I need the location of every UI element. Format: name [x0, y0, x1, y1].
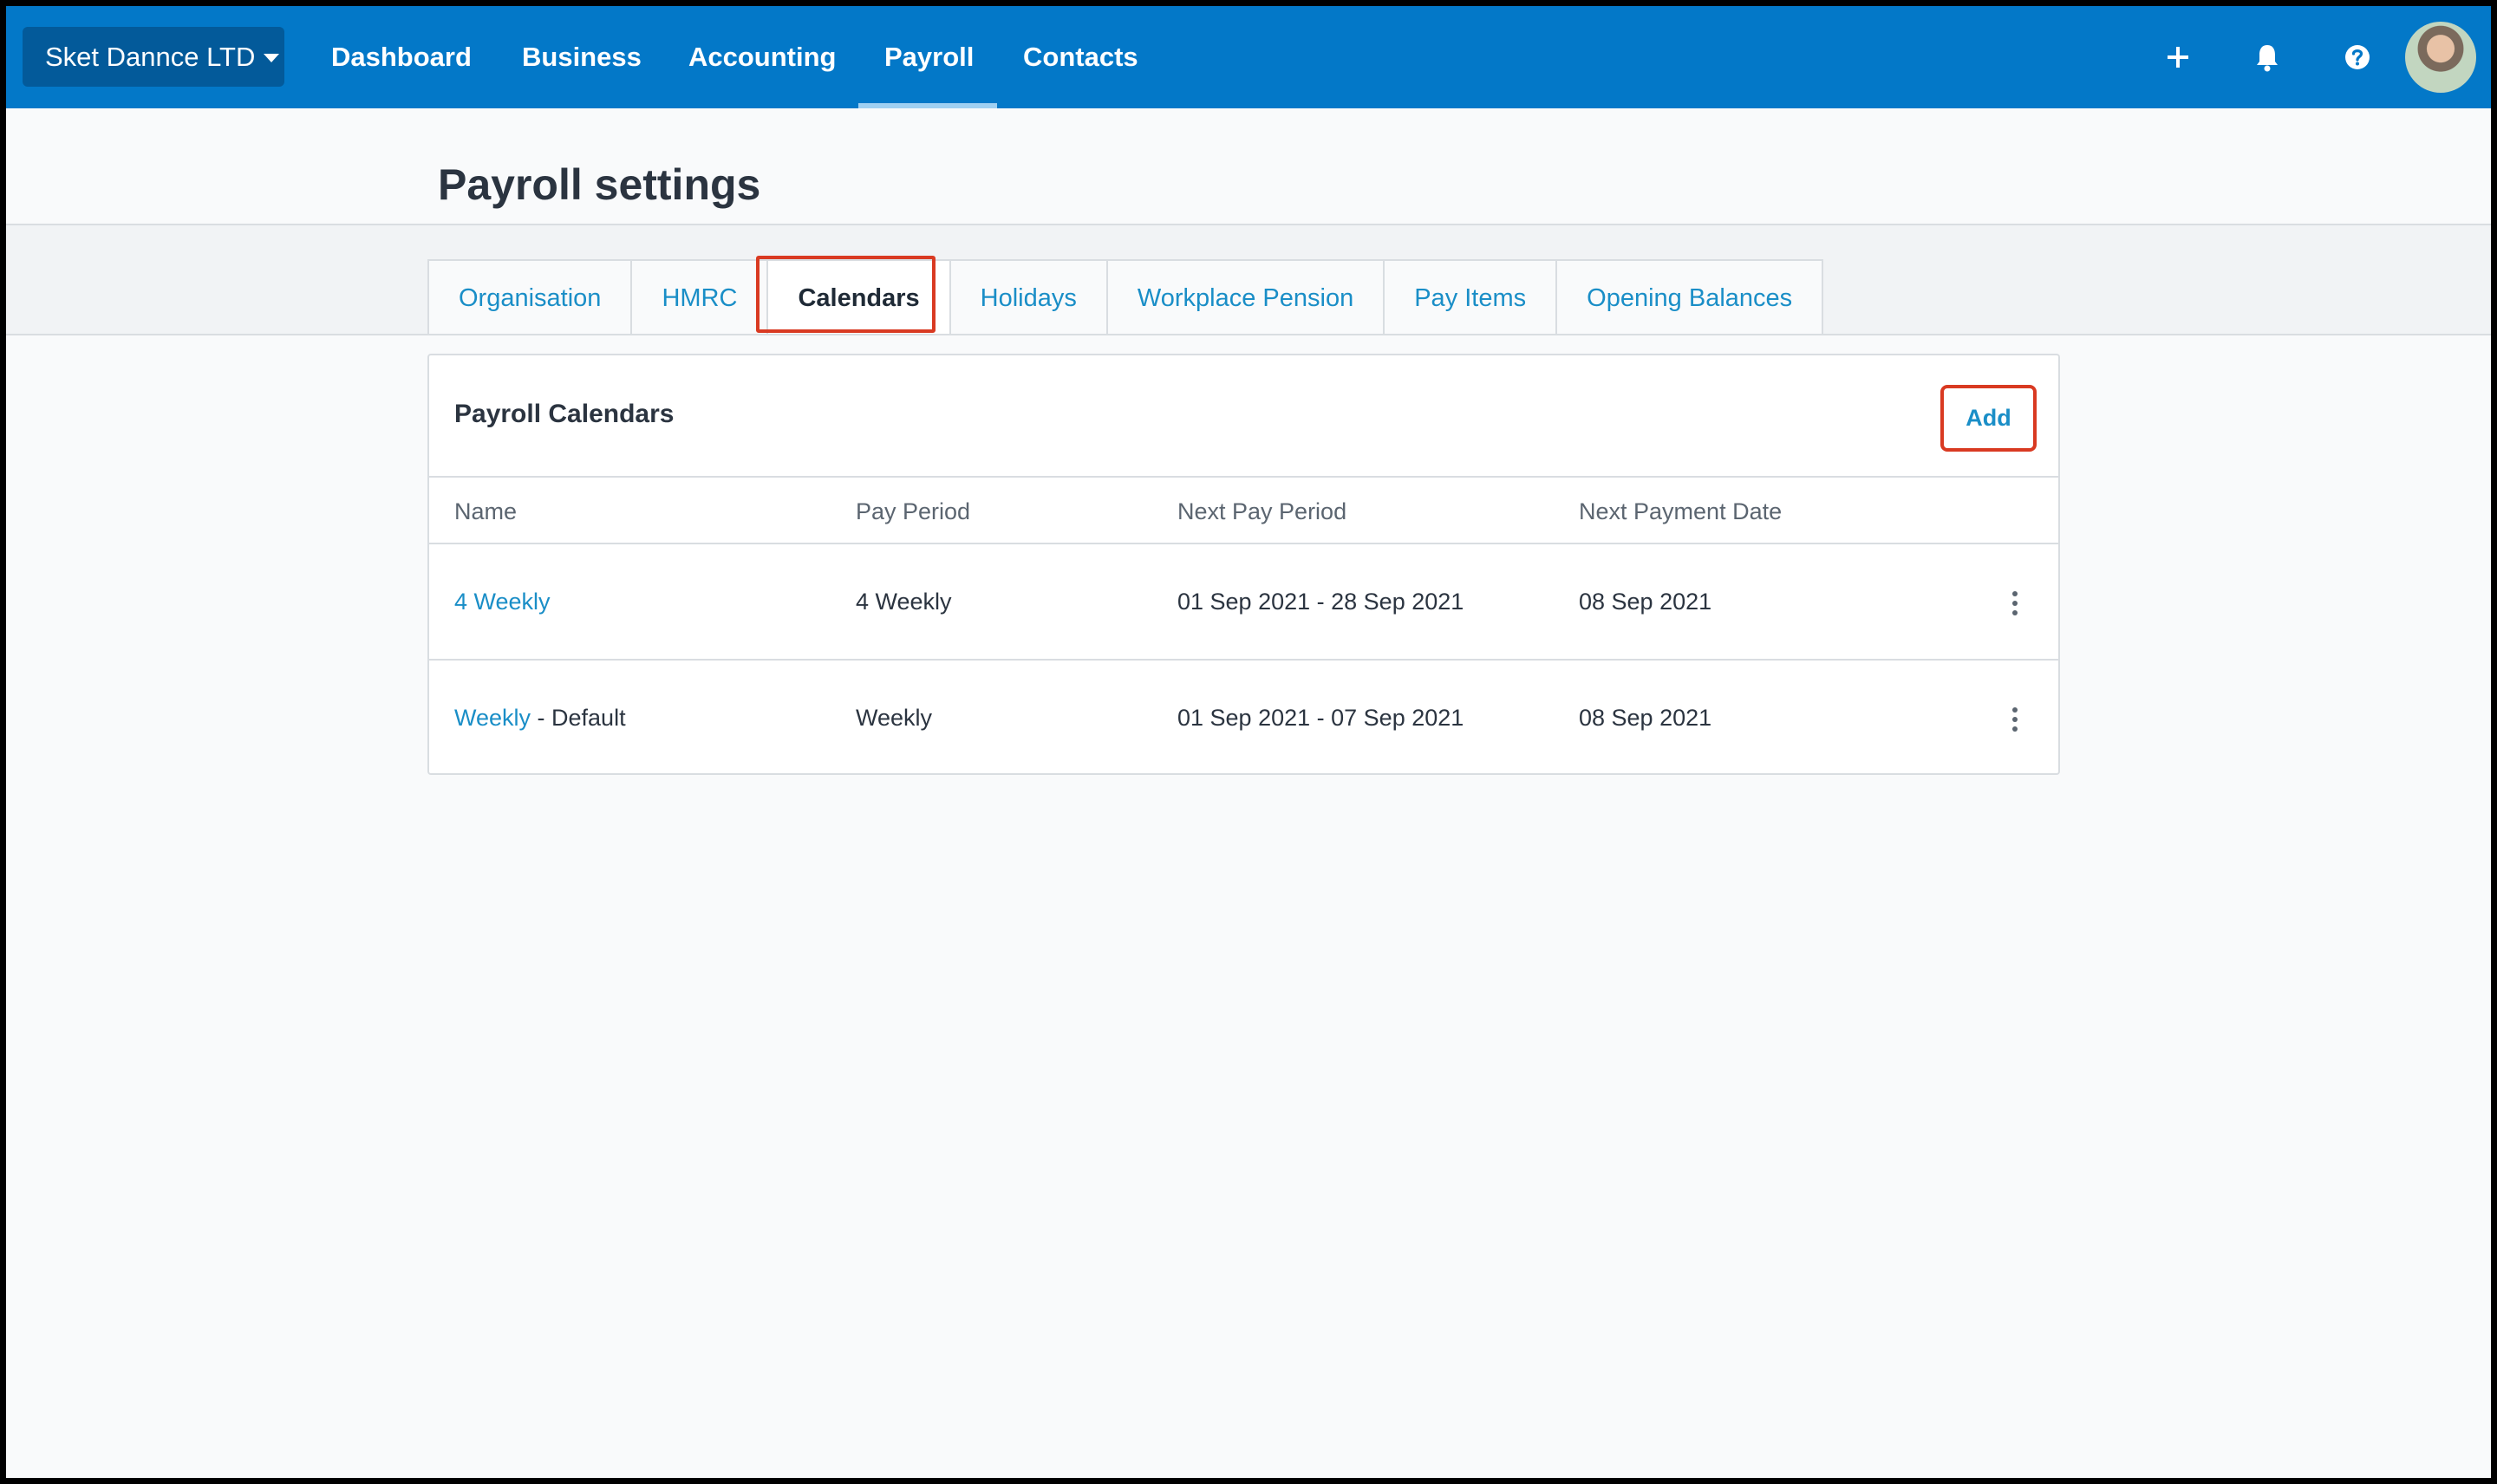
- plus-icon[interactable]: [2157, 36, 2199, 78]
- column-header-pay-period[interactable]: Pay Period: [856, 498, 970, 525]
- next-pay-period: 01 Sep 2021 - 07 Sep 2021: [1177, 705, 1464, 731]
- payroll-calendars-card: Payroll Calendars Add Name Pay Period Ne…: [427, 354, 2060, 775]
- column-header-name[interactable]: Name: [454, 498, 517, 525]
- add-calendar-button[interactable]: Add: [1940, 385, 2037, 452]
- next-payment-date: 08 Sep 2021: [1579, 589, 1712, 615]
- tab-workplace-pension[interactable]: Workplace Pension: [1107, 261, 1385, 334]
- bell-icon[interactable]: [2246, 36, 2288, 78]
- divider: [429, 476, 2058, 478]
- calendar-name-link[interactable]: 4 Weekly: [454, 589, 551, 615]
- organisation-switcher[interactable]: Sket Dannce LTD: [23, 27, 284, 87]
- organisation-name: Sket Dannce LTD: [45, 42, 256, 72]
- top-nav: Sket Dannce LTD Dashboard Business Accou…: [6, 6, 2491, 108]
- help-icon[interactable]: [2337, 36, 2378, 78]
- tab-hmrc[interactable]: HMRC: [632, 261, 769, 334]
- calendar-name-suffix: - Default: [531, 705, 626, 731]
- nav-dashboard[interactable]: Dashboard: [331, 6, 472, 108]
- column-header-next-pay-period[interactable]: Next Pay Period: [1177, 498, 1346, 525]
- calendar-name-link[interactable]: Weekly: [454, 705, 531, 731]
- page-title: Payroll settings: [438, 160, 761, 209]
- app-window: Sket Dannce LTD Dashboard Business Accou…: [6, 6, 2491, 1478]
- calendar-name: 4 Weekly: [454, 589, 551, 615]
- nav-payroll[interactable]: Payroll: [884, 6, 974, 108]
- avatar[interactable]: [2405, 22, 2476, 93]
- tab-pay-items[interactable]: Pay Items: [1385, 261, 1558, 334]
- divider: [429, 543, 2058, 544]
- tab-calendars[interactable]: Calendars: [768, 261, 951, 334]
- nav-business[interactable]: Business: [522, 6, 642, 108]
- calendar-name: Weekly - Default: [454, 705, 626, 732]
- settings-tabs-band: Organisation HMRC Calendars Holidays Wor…: [6, 225, 2491, 335]
- next-pay-period: 01 Sep 2021 - 28 Sep 2021: [1177, 589, 1464, 615]
- caret-down-icon: [264, 54, 279, 62]
- pay-period: Weekly: [856, 705, 933, 731]
- nav-accounting[interactable]: Accounting: [688, 6, 837, 108]
- page-header: Payroll settings: [6, 108, 2491, 225]
- more-options-icon[interactable]: [2005, 586, 2025, 621]
- settings-tabs: Organisation HMRC Calendars Holidays Wor…: [427, 259, 1824, 334]
- tab-opening-balances[interactable]: Opening Balances: [1557, 261, 1822, 334]
- divider: [429, 659, 2058, 661]
- card-title: Payroll Calendars: [454, 400, 675, 428]
- pay-period: 4 Weekly: [856, 589, 952, 615]
- column-header-next-payment-date[interactable]: Next Payment Date: [1579, 498, 1782, 525]
- more-options-icon[interactable]: [2005, 702, 2025, 737]
- tab-holidays[interactable]: Holidays: [950, 261, 1108, 334]
- tab-organisation[interactable]: Organisation: [429, 261, 633, 334]
- next-payment-date: 08 Sep 2021: [1579, 705, 1712, 731]
- nav-contacts[interactable]: Contacts: [1023, 6, 1138, 108]
